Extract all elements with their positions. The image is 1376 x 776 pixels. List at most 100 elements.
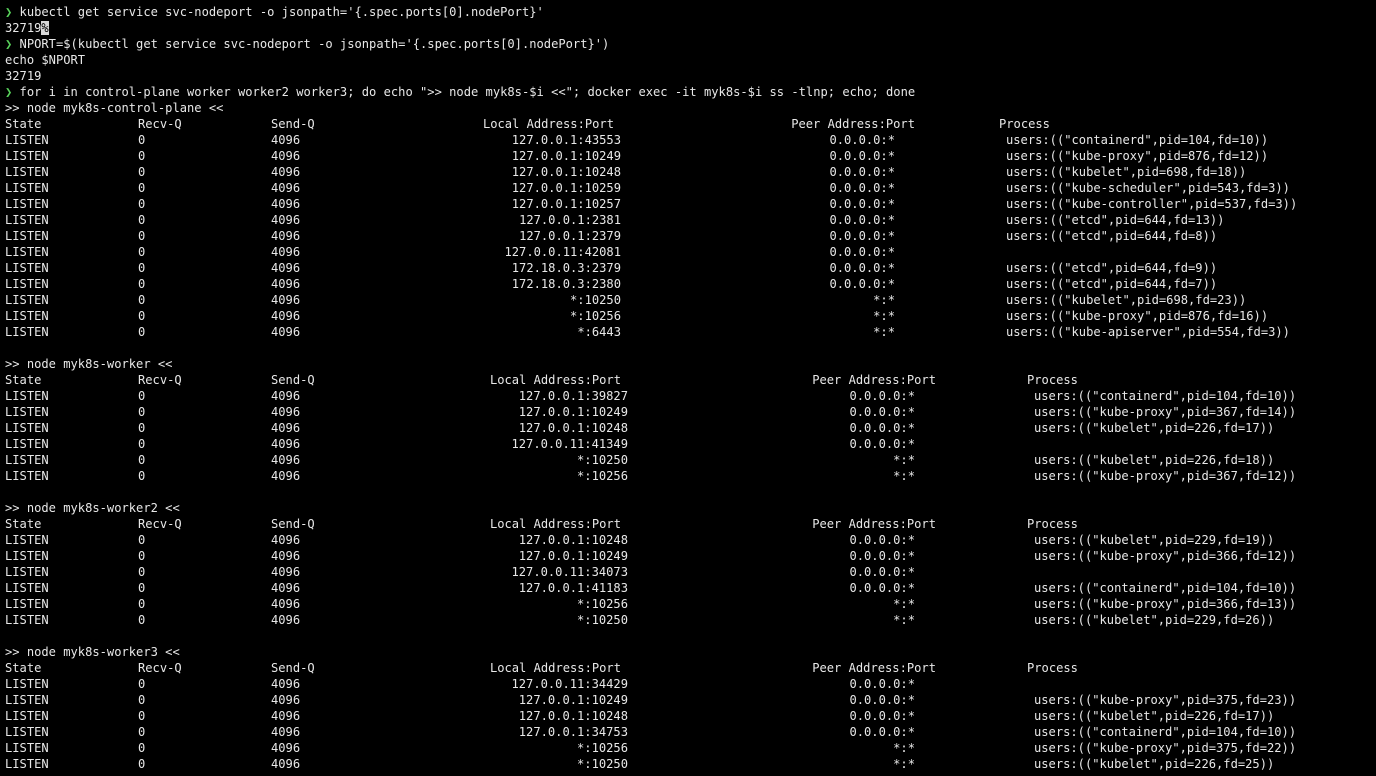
peer-address-cell: 0.0.0.0:* xyxy=(849,693,915,707)
state-cell: LISTEN xyxy=(5,741,49,755)
send-q-cell: 4096 xyxy=(271,277,301,291)
recv-q-cell: 0 xyxy=(138,613,146,627)
send-q-cell: 4096 xyxy=(271,213,301,227)
table-row: LISTEN 0 4096 127.0.0.1:10249 0.0.0.0:* users… xyxy=(0,404,1376,420)
local-address-cell: *:10250 xyxy=(577,757,628,771)
process-cell: users:(("kubelet",pid=226,fd=17)) xyxy=(1034,421,1275,435)
peer-address-header: Peer Address:Port xyxy=(812,661,936,675)
recv-q-cell: 0 xyxy=(138,405,146,419)
local-address-cell: 127.0.0.1:10259 xyxy=(511,181,621,195)
state-header: State xyxy=(5,373,42,387)
process-cell: users:(("kube-proxy",pid=375,fd=22)) xyxy=(1034,741,1297,755)
table-row: LISTEN 0 4096 127.0.0.1:10249 0.0.0.0:* users… xyxy=(0,692,1376,708)
recv-q-cell: 0 xyxy=(138,757,146,771)
table-row: LISTEN 0 4096 127.0.0.1:2379 0.0.0.0:* users:… xyxy=(0,228,1376,244)
local-address-cell: 127.0.0.1:43553 xyxy=(511,133,621,147)
state-cell: LISTEN xyxy=(5,389,49,403)
recv-q-header: Recv-Q xyxy=(138,373,182,387)
recv-q-cell: 0 xyxy=(138,469,146,483)
peer-address-cell: 0.0.0.0:* xyxy=(849,709,915,723)
state-cell: LISTEN xyxy=(5,549,49,563)
local-address-cell: *:10256 xyxy=(577,469,628,483)
table-row: LISTEN 0 4096 127.0.0.1:41183 0.0.0.0:* users… xyxy=(0,580,1376,596)
local-address-header: Local Address:Port xyxy=(482,117,614,131)
send-q-cell: 4096 xyxy=(271,437,301,451)
process-cell: users:(("kube-scheduler",pid=543,fd=3)) xyxy=(1006,181,1290,195)
state-cell: LISTEN xyxy=(5,421,49,435)
send-q-cell: 4096 xyxy=(271,245,301,259)
table-row: State Recv-Q Send-Q Local Address:Port Peer … xyxy=(0,516,1376,532)
command-text: NPORT=$(kubectl get service svc-nodeport… xyxy=(12,37,610,51)
output-text: echo $NPORT xyxy=(5,53,86,67)
node-heading: >> node myk8s-worker << xyxy=(5,356,172,372)
process-cell: users:(("kubelet",pid=226,fd=18)) xyxy=(1034,453,1275,467)
local-address-cell: 127.0.0.1:34753 xyxy=(518,725,628,739)
send-q-cell: 4096 xyxy=(271,149,301,163)
peer-address-cell: 0.0.0.0:* xyxy=(829,229,895,243)
node-heading: >> node myk8s-worker2 << xyxy=(5,500,180,516)
process-cell: users:(("kubelet",pid=698,fd=23)) xyxy=(1006,293,1247,307)
state-cell: LISTEN xyxy=(5,677,49,691)
send-q-header: Send-Q xyxy=(271,517,315,531)
table-row: LISTEN 0 4096 *:6443 *:* users:(("kube-apiser… xyxy=(0,324,1376,340)
send-q-cell: 4096 xyxy=(271,453,301,467)
peer-address-cell: 0.0.0.0:* xyxy=(849,677,915,691)
local-address-cell: 127.0.0.1:10248 xyxy=(511,165,621,179)
recv-q-cell: 0 xyxy=(138,549,146,563)
recv-q-cell: 0 xyxy=(138,197,146,211)
peer-address-cell: *:* xyxy=(893,757,915,771)
process-cell: users:(("kube-proxy",pid=366,fd=13)) xyxy=(1034,597,1297,611)
process-cell: users:(("containerd",pid=104,fd=10)) xyxy=(1034,389,1297,403)
process-cell: users:(("etcd",pid=644,fd=13)) xyxy=(1006,213,1225,227)
send-q-cell: 4096 xyxy=(271,757,301,771)
send-q-cell: 4096 xyxy=(271,725,301,739)
process-cell: users:(("kube-proxy",pid=876,fd=12)) xyxy=(1006,149,1269,163)
peer-address-cell: 0.0.0.0:* xyxy=(829,165,895,179)
terminal-window[interactable]: ❯ kubectl get service svc-nodeport -o js… xyxy=(0,0,1376,776)
send-q-cell: 4096 xyxy=(271,293,301,307)
peer-address-cell: 0.0.0.0:* xyxy=(849,389,915,403)
peer-address-cell: *:* xyxy=(873,293,895,307)
peer-address-cell: 0.0.0.0:* xyxy=(829,213,895,227)
recv-q-cell: 0 xyxy=(138,709,146,723)
peer-address-header: Peer Address:Port xyxy=(791,117,915,131)
table-row: LISTEN 0 4096 *:10256 *:* users:(("kube-proxy… xyxy=(0,596,1376,612)
local-address-cell: 127.0.0.11:42081 xyxy=(504,245,622,259)
peer-address-cell: 0.0.0.0:* xyxy=(829,261,895,275)
recv-q-cell: 0 xyxy=(138,437,146,451)
process-cell: users:(("etcd",pid=644,fd=7)) xyxy=(1006,277,1218,291)
recv-q-cell: 0 xyxy=(138,597,146,611)
local-address-cell: 127.0.0.1:10249 xyxy=(518,693,628,707)
table-row: LISTEN 0 4096 *:10250 *:* users:(("kubelet",p… xyxy=(0,292,1376,308)
recv-q-cell: 0 xyxy=(138,421,146,435)
recv-q-header: Recv-Q xyxy=(138,661,182,675)
recv-q-cell: 0 xyxy=(138,325,146,339)
send-q-cell: 4096 xyxy=(271,709,301,723)
recv-q-cell: 0 xyxy=(138,149,146,163)
output-line: 32719% xyxy=(5,20,49,36)
local-address-cell: 172.18.0.3:2380 xyxy=(511,277,621,291)
state-cell: LISTEN xyxy=(5,213,49,227)
recv-q-cell: 0 xyxy=(138,213,146,227)
table-row: LISTEN 0 4096 *:10250 *:* users:(("kubelet",p… xyxy=(0,756,1376,772)
process-cell: users:(("containerd",pid=104,fd=10)) xyxy=(1006,133,1269,147)
command-line: ❯ for i in control-plane worker worker2 … xyxy=(5,84,915,100)
table-row: LISTEN 0 4096 172.18.0.3:2380 0.0.0.0:* users… xyxy=(0,276,1376,292)
table-row: LISTEN 0 4096 *:10256 *:* users:(("kube-proxy… xyxy=(0,468,1376,484)
process-cell: users:(("kubelet",pid=226,fd=25)) xyxy=(1034,757,1275,771)
state-cell: LISTEN xyxy=(5,581,49,595)
state-cell: LISTEN xyxy=(5,693,49,707)
local-address-cell: 172.18.0.3:2379 xyxy=(511,261,621,275)
state-cell: LISTEN xyxy=(5,149,49,163)
state-cell: LISTEN xyxy=(5,709,49,723)
process-cell: users:(("kubelet",pid=698,fd=18)) xyxy=(1006,165,1247,179)
local-address-cell: 127.0.0.1:39827 xyxy=(518,389,628,403)
recv-q-cell: 0 xyxy=(138,389,146,403)
state-cell: LISTEN xyxy=(5,325,49,339)
send-q-header: Send-Q xyxy=(271,661,315,675)
process-cell: users:(("kubelet",pid=229,fd=19)) xyxy=(1034,533,1275,547)
table-row: LISTEN 0 4096 *:10256 *:* users:(("kube-proxy… xyxy=(0,740,1376,756)
process-header: Process xyxy=(1027,661,1078,675)
table-row: LISTEN 0 4096 127.0.0.1:10249 0.0.0.0:* users… xyxy=(0,148,1376,164)
send-q-cell: 4096 xyxy=(271,325,301,339)
